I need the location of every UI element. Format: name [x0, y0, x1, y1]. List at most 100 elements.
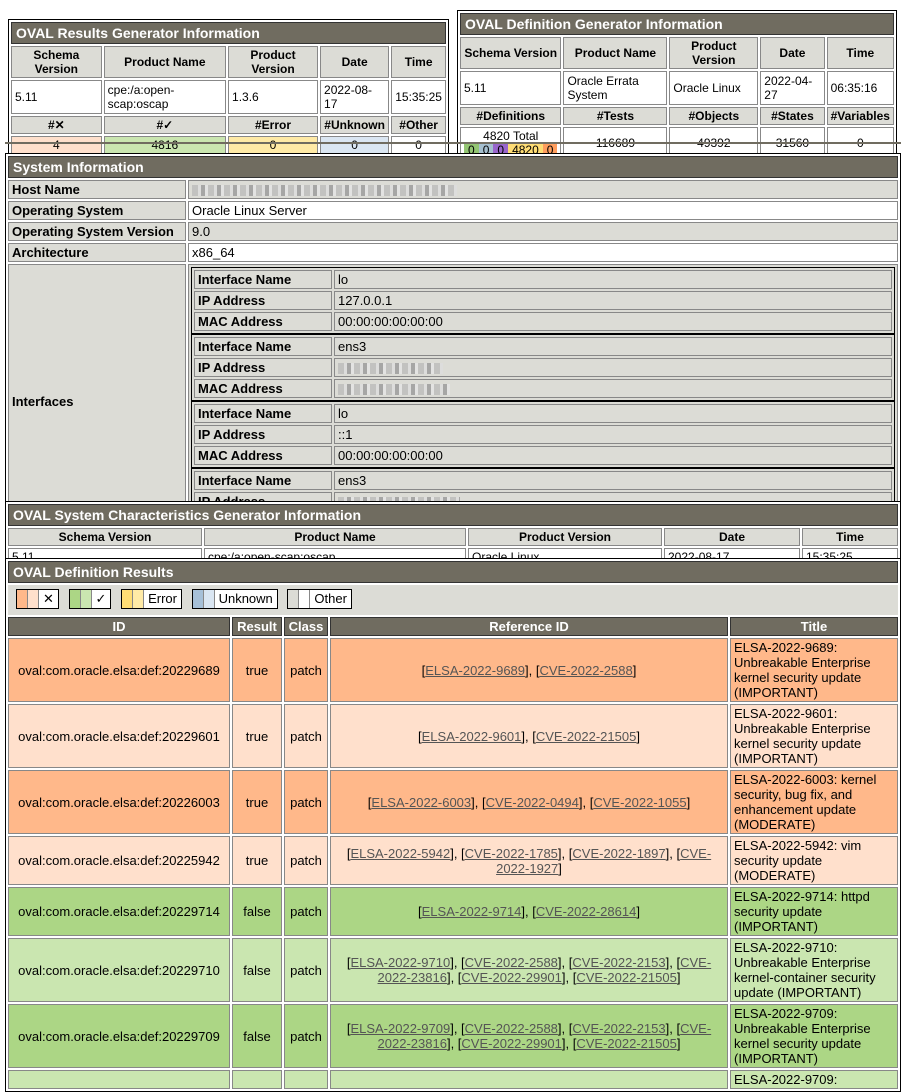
reference-link[interactable]: CVE-2022-21505	[576, 1036, 676, 1051]
col-header: Date	[664, 528, 800, 546]
reference-link[interactable]: CVE-2022-29901	[461, 1036, 561, 1051]
reference-link[interactable]: ELSA-2022-9689	[425, 663, 525, 678]
count-other: 0	[391, 136, 446, 154]
class-value: patch	[284, 638, 328, 702]
definition-id: oval:com.oracle.elsa:def:20225942	[8, 836, 230, 885]
reference-ids: [ELSA-2022-9709], [CVE-2022-2588], [CVE-…	[330, 1004, 728, 1068]
reference-link[interactable]: ELSA-2022-9710	[350, 955, 450, 970]
product-name: Oracle Errata System	[563, 71, 668, 105]
reference-link[interactable]: ELSA-2022-9714	[422, 904, 522, 919]
date: 2022-08-17	[320, 80, 390, 114]
class-value: patch	[284, 836, 328, 885]
reference-link[interactable]: ELSA-2022-6003	[371, 795, 471, 810]
results-generator-title: OVAL Results Generator Information	[11, 22, 446, 44]
count-header-fail: #✕	[11, 116, 102, 134]
reference-link[interactable]: ELSA-2022-9601	[422, 729, 522, 744]
result-row: oval:com.oracle.elsa:def:20225942 true pat…	[8, 836, 898, 885]
reference-link[interactable]: CVE-2022-2588	[465, 1021, 558, 1036]
reference-link[interactable]: CVE-2022-21505	[536, 729, 636, 744]
legend-unknown: Unknown	[191, 589, 278, 609]
reference-link[interactable]: CVE-2022-1055	[593, 795, 686, 810]
interface-block: Interface Nameens3 IP Address MAC Addres…	[191, 334, 895, 401]
reference-link[interactable]: CVE-2022-2588	[540, 663, 633, 678]
reference-link[interactable]: CVE-2022-2153	[572, 1021, 665, 1036]
redacted-host-name	[192, 185, 457, 197]
host-name-label: Host Name	[8, 180, 186, 199]
col-header-reference-id[interactable]: Reference ID	[330, 617, 728, 636]
col-header: Product Version	[669, 37, 759, 69]
col-header-states: #States	[760, 107, 825, 125]
reference-link[interactable]: CVE-2022-28614	[536, 904, 636, 919]
col-header-definitions: #Definitions	[460, 107, 562, 125]
result-value: true	[232, 638, 282, 702]
definition-id: oval:com.oracle.elsa:def:20229689	[8, 638, 230, 702]
os-version-label: Operating System Version	[8, 222, 186, 241]
reference-ids: [ELSA-2022-9710], [CVE-2022-2588], [CVE-…	[330, 938, 728, 1002]
interface-name: ens3	[334, 337, 892, 356]
definition-title: ELSA-2022-9601: Unbreakable Enterprise k…	[730, 704, 898, 768]
interface-block: Interface Name lo IP Address::1 MAC Addre…	[191, 401, 895, 468]
col-header: Date	[760, 37, 825, 69]
col-header: Product Name	[204, 528, 466, 546]
definition-title: ELSA-2022-6003: kernel security, bug fix…	[730, 770, 898, 834]
reference-link[interactable]: ELSA-2022-5942	[350, 846, 450, 861]
time: 06:35:16	[826, 71, 894, 105]
reference-link[interactable]: CVE-2022-1785	[465, 846, 558, 861]
interface-name-label: Interface Name	[194, 404, 332, 423]
col-header: Schema Version	[8, 528, 202, 546]
class-value: patch	[284, 938, 328, 1002]
reference-link[interactable]: CVE-2022-1897	[572, 846, 665, 861]
definition-generator-table: OVAL Definition Generator Information Sc…	[457, 10, 897, 162]
reference-link[interactable]: CVE-2022-21505	[576, 970, 676, 985]
col-header: Schema Version	[460, 37, 562, 69]
sc-generator-title: OVAL System Characteristics Generator In…	[8, 504, 898, 526]
reference-ids: [ELSA-2022-9714], [CVE-2022-28614]	[330, 887, 728, 936]
reference-link[interactable]: ELSA-2022-9709	[350, 1021, 450, 1036]
result-value: true	[232, 770, 282, 834]
class-value: patch	[284, 770, 328, 834]
interface-name: lo	[334, 270, 892, 289]
interfaces-label: Interfaces	[8, 264, 186, 538]
interface-name-label: Interface Name	[194, 337, 332, 356]
definition-generator-title: OVAL Definition Generator Information	[460, 13, 894, 35]
legend-fail: ✕	[16, 589, 59, 609]
result-row: oval:com.oracle.elsa:def:20229709 false pa…	[8, 1004, 898, 1068]
col-header-result[interactable]: Result	[232, 617, 282, 636]
system-info-title: System Information	[8, 156, 898, 178]
definition-id: oval:com.oracle.elsa:def:20229709	[8, 1004, 230, 1068]
count-header-error: #Error	[228, 116, 319, 134]
definition-results-table: OVAL Definition Results ✕ ✓ Error Unknow…	[5, 558, 901, 1092]
col-header-class[interactable]: Class	[284, 617, 328, 636]
mac-address-label: MAC Address	[194, 312, 332, 331]
col-header-title[interactable]: Title	[730, 617, 898, 636]
class-value: patch	[284, 887, 328, 936]
col-header: Date	[320, 46, 390, 78]
class-value: patch	[284, 1004, 328, 1068]
col-header: Product Name	[563, 37, 668, 69]
definition-title: ELSA-2022-9710: Unbreakable Enterprise k…	[730, 938, 898, 1002]
legend-other: Other	[287, 589, 352, 609]
schema-version: 5.11	[11, 80, 102, 114]
interface-name: lo	[334, 404, 892, 423]
definition-title: ELSA-2022-5942: vim security update (MOD…	[730, 836, 898, 885]
os-value: Oracle Linux Server	[188, 201, 898, 220]
result-row: oval:com.oracle.elsa:def:20229689 true pat…	[8, 638, 898, 702]
result-legend: ✕ ✓ Error Unknown Other	[8, 585, 898, 615]
interface-name-label: Interface Name	[194, 270, 332, 289]
col-header-id[interactable]: ID	[8, 617, 230, 636]
reference-link[interactable]: CVE-2022-0494	[486, 795, 579, 810]
architecture-label: Architecture	[8, 243, 186, 262]
reference-link[interactable]: CVE-2022-2588	[465, 955, 558, 970]
definition-id: oval:com.oracle.elsa:def:20229714	[8, 887, 230, 936]
col-header: Time	[391, 46, 446, 78]
reference-link[interactable]: CVE-2022-2153	[572, 955, 665, 970]
interface-name-label: Interface Name	[194, 471, 332, 490]
definition-id: oval:com.oracle.elsa:def:20229601	[8, 704, 230, 768]
mac-address: 00:00:00:00:00:00	[334, 446, 892, 465]
os-label: Operating System	[8, 201, 186, 220]
reference-ids: [ELSA-2022-6003], [CVE-2022-0494], [CVE-…	[330, 770, 728, 834]
ip-address: 127.0.0.1	[334, 291, 892, 310]
definition-results-title: OVAL Definition Results	[8, 561, 898, 583]
definitions-total: 4820 Total	[483, 129, 539, 143]
reference-link[interactable]: CVE-2022-29901	[461, 970, 561, 985]
